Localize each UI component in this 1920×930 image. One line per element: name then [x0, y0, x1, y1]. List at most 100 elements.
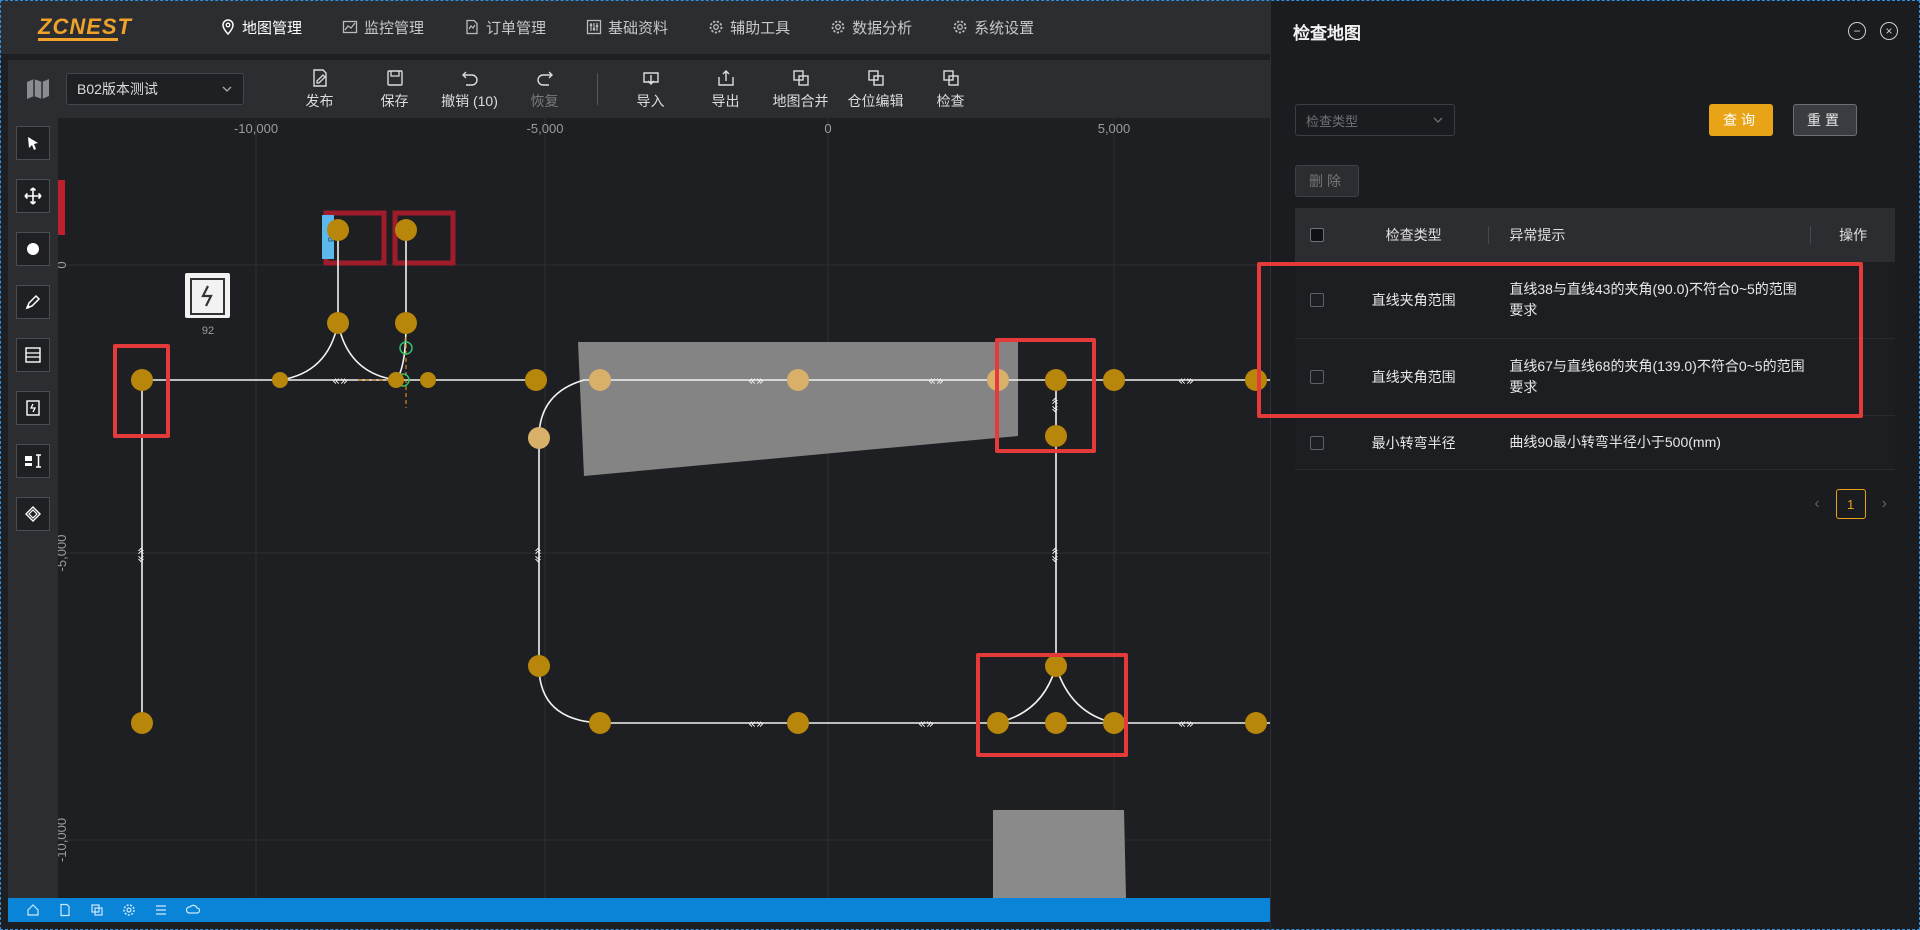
map-canvas[interactable]: -10,000 -5,000 0 5,000 0 -5,000 -10,000 …	[58, 118, 1270, 898]
row-checkbox[interactable]	[1309, 293, 1324, 307]
slot-edit-button[interactable]: 仓位编辑	[838, 60, 913, 118]
row-checkbox[interactable]	[1309, 435, 1324, 450]
table-row[interactable]: 直线夹角范围 直线67与直线68的夹角(139.0)不符合0~5的范围要求	[1295, 339, 1895, 416]
prev-page-icon[interactable]: ‹	[1814, 495, 1819, 513]
nav-label: 系统设置	[974, 19, 1035, 37]
row-type: 直线夹角范围	[1371, 369, 1456, 385]
list-icon[interactable]	[154, 903, 168, 917]
ruler-x-label: 5,000	[1098, 121, 1131, 136]
table-row[interactable]: 直线夹角范围 直线38与直线43的夹角(90.0)不符合0~5的范围要求	[1295, 262, 1895, 339]
check-type-select[interactable]: 检查类型	[1295, 104, 1455, 136]
nav-item-basic-data[interactable]: 基础资料	[566, 0, 688, 54]
svg-text:«»: «»	[748, 374, 764, 389]
nav-label: 监控管理	[364, 19, 425, 37]
gear-icon	[953, 20, 967, 34]
move-tool[interactable]	[16, 179, 50, 213]
nav-label: 辅助工具	[730, 19, 791, 37]
filter-row: 检查类型 查询 重置	[1295, 104, 1895, 138]
sliders-icon	[586, 19, 602, 35]
location-pin-icon	[222, 19, 234, 35]
pen-tool[interactable]	[16, 285, 50, 319]
gear-icon[interactable]	[122, 903, 136, 917]
storage-area[interactable]	[578, 342, 1018, 476]
undo-icon	[461, 71, 478, 86]
status-bar	[8, 898, 1270, 922]
shelf-icon	[25, 347, 41, 363]
nav-item-map[interactable]: 地图管理	[200, 0, 322, 54]
svg-text:«»: «»	[1178, 717, 1194, 732]
map-toolbar: B02版本测试 发布 保存 撤销 (10) 恢复 导入 导出 地图合并 仓位编辑…	[8, 60, 1270, 118]
map-drawing: -10,000 -5,000 0 5,000 0 -5,000 -10,000 …	[58, 118, 1270, 898]
ruler-y-label: -5,000	[58, 535, 69, 572]
document-icon	[466, 19, 478, 35]
nav-item-orders[interactable]: 订单管理	[444, 0, 566, 54]
next-page-icon[interactable]: ›	[1882, 495, 1887, 513]
check-type-placeholder: 检查类型	[1306, 113, 1359, 129]
area-icon	[25, 506, 41, 522]
map-nodes[interactable]	[131, 219, 1267, 734]
table-header: 检查类型 异常提示 操作	[1295, 208, 1895, 262]
select-all-checkbox[interactable]	[1309, 228, 1324, 242]
merge-map-button[interactable]: 地图合并	[763, 60, 838, 118]
svg-text:«»: «»	[332, 374, 348, 389]
select-tool[interactable]	[16, 126, 50, 160]
chevron-down-icon	[1433, 117, 1443, 123]
pagination: ‹ 1 ›	[1295, 488, 1895, 520]
shelf-tool[interactable]	[16, 338, 50, 372]
paths	[141, 236, 1270, 724]
svg-text:«»: «»	[928, 374, 944, 389]
button-label: 地图合并	[772, 92, 829, 109]
undo-button[interactable]: 撤销 (10)	[432, 60, 507, 118]
reset-button[interactable]: 重置	[1793, 104, 1857, 136]
area-tool[interactable]	[16, 497, 50, 531]
logo-text: ZCNEST	[38, 13, 132, 39]
charger-tool[interactable]	[16, 391, 50, 425]
ruler-y-label: -10,000	[58, 818, 69, 862]
version-select[interactable]: B02版本测试	[66, 73, 244, 105]
nav-item-analysis[interactable]: 数据分析	[810, 0, 932, 54]
nav-item-monitor[interactable]: 监控管理	[322, 0, 444, 54]
circle-node-icon	[27, 243, 39, 255]
panel-header: 检查地图 − ×	[1271, 0, 1920, 62]
close-icon[interactable]: ×	[1880, 22, 1898, 40]
cloud-icon[interactable]	[186, 903, 200, 917]
query-button[interactable]: 查询	[1709, 104, 1773, 136]
app-root: ZCNEST 地图管理 监控管理 订单管理 基础资料 辅助工具 数据分析 系统设…	[0, 0, 1920, 930]
pen-icon	[25, 294, 41, 310]
svg-text:«»: «»	[1047, 547, 1062, 563]
button-label: 发布	[305, 92, 334, 109]
file-icon[interactable]	[58, 903, 72, 917]
export-icon	[717, 69, 734, 86]
version-value: B02版本测试	[77, 81, 158, 97]
slot-edit-icon	[867, 69, 884, 86]
row-checkbox[interactable]	[1309, 370, 1324, 384]
nav-label: 地图管理	[242, 19, 303, 37]
page-number[interactable]: 1	[1835, 489, 1866, 519]
export-button[interactable]: 导出	[688, 60, 763, 118]
redo-button[interactable]: 恢复	[507, 60, 582, 118]
chevron-down-icon	[222, 86, 232, 92]
column-header-type: 检查类型	[1385, 227, 1442, 243]
publish-button[interactable]: 发布	[282, 60, 357, 118]
redo-icon	[536, 71, 553, 86]
label-tool[interactable]	[16, 444, 50, 478]
save-button[interactable]: 保存	[357, 60, 432, 118]
charger-station[interactable]: 92	[185, 273, 230, 337]
button-label: 撤销 (10)	[441, 92, 498, 109]
nav-item-tools[interactable]: 辅助工具	[688, 0, 810, 54]
move-icon	[24, 187, 42, 205]
minimize-icon[interactable]: −	[1848, 22, 1866, 40]
ruler-y-label: 0	[58, 261, 69, 268]
check-button[interactable]: 检查	[913, 60, 988, 118]
storage-area[interactable]	[993, 810, 1126, 898]
import-button[interactable]: 导入	[613, 60, 688, 118]
column-header-message: 异常提示	[1509, 226, 1566, 243]
node-tool[interactable]	[16, 232, 50, 266]
layers-icon[interactable]	[90, 903, 104, 917]
charger-icon	[26, 400, 40, 416]
app-logo: ZCNEST	[0, 14, 200, 41]
delete-button[interactable]: 删除	[1295, 165, 1359, 197]
nav-item-settings[interactable]: 系统设置	[932, 0, 1054, 54]
table-row[interactable]: 最小转弯半径 曲线90最小转弯半径小于500(mm)	[1295, 416, 1895, 470]
home-icon[interactable]	[26, 903, 40, 917]
